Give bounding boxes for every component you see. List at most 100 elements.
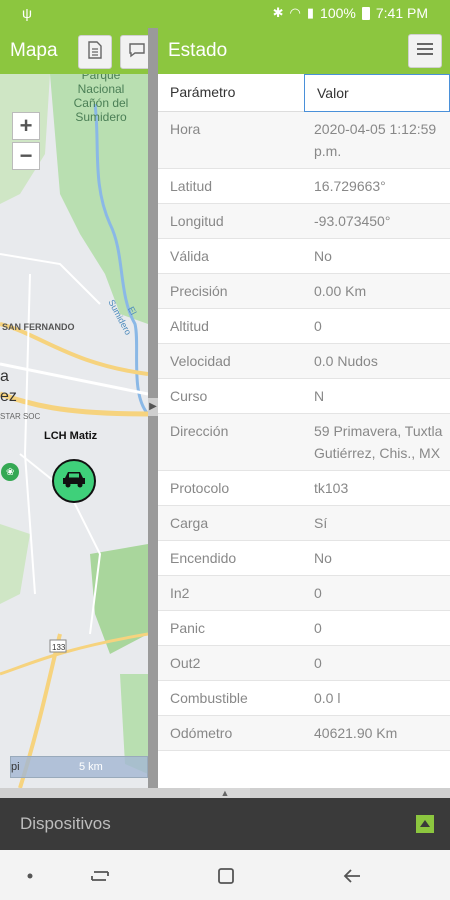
param-cell: Carga bbox=[170, 515, 209, 531]
value-cell: 0.00 Km bbox=[314, 283, 367, 299]
map-header: Mapa bbox=[0, 28, 148, 74]
park-label: Parque Nacional Cañón del Sumidero bbox=[73, 68, 129, 124]
zoom-in-button[interactable]: + bbox=[12, 112, 40, 140]
bluetooth-icon: ✱ bbox=[272, 5, 284, 20]
table-header: Parámetro Valor bbox=[158, 74, 450, 112]
wifi-icon: ◠ bbox=[289, 5, 301, 20]
table-row: Panic 0 bbox=[158, 611, 450, 646]
state-table: Parámetro Valor Hora 2020-04-05 1:12:59 p… bbox=[158, 74, 450, 751]
table-row: Latitud 16.729663° bbox=[158, 169, 450, 204]
star-soc-label: STAR SOC bbox=[0, 412, 41, 421]
menu-icon bbox=[416, 42, 434, 61]
map-title: Mapa bbox=[10, 40, 58, 61]
columns-menu-button[interactable] bbox=[408, 34, 442, 68]
devices-label: Dispositivos bbox=[20, 814, 111, 833]
map-scale: pi 5 km bbox=[10, 756, 148, 778]
value-cell: No bbox=[314, 550, 332, 566]
chat-icon bbox=[128, 42, 146, 63]
zoom-out-button[interactable]: − bbox=[12, 142, 40, 170]
table-row: Longitud -93.073450° bbox=[158, 204, 450, 239]
value-cell: 0 bbox=[314, 620, 322, 636]
san-fernando-label: SAN FERNANDO bbox=[2, 322, 75, 332]
table-row: Altitud 0 bbox=[158, 309, 450, 344]
table-row: In2 0 bbox=[158, 576, 450, 611]
document-icon bbox=[87, 40, 103, 64]
value-cell: 0 bbox=[314, 655, 322, 671]
vehicle-label: LCH Matiz bbox=[44, 430, 98, 442]
paw-icon: ❀ bbox=[6, 467, 15, 478]
param-cell: Longitud bbox=[170, 213, 224, 229]
value-cell: 0.0 Nudos bbox=[314, 353, 378, 369]
system-nav-bar bbox=[0, 850, 450, 900]
panel-splitter[interactable]: ▶ bbox=[148, 28, 158, 788]
recent-apps-icon[interactable] bbox=[88, 864, 112, 888]
table-body: Hora 2020-04-05 1:12:59 p.m. Latitud 16.729… bbox=[158, 112, 450, 751]
table-row: Precisión 0.00 Km bbox=[158, 274, 450, 309]
table-row: Dirección 59 Primavera, Tuxtla Gutiérrez,… bbox=[158, 414, 450, 471]
battery-icon bbox=[361, 6, 370, 20]
value-cell: tk103 bbox=[314, 480, 349, 496]
param-cell: Velocidad bbox=[170, 353, 231, 369]
value-cell: N bbox=[314, 388, 325, 404]
table-row: Hora 2020-04-05 1:12:59 p.m. bbox=[158, 112, 450, 169]
param-cell: Dirección bbox=[170, 423, 229, 439]
value-cell: 0.0 l bbox=[314, 690, 341, 706]
param-cell: Odómetro bbox=[170, 725, 233, 741]
expand-devices-button[interactable] bbox=[416, 815, 434, 833]
param-cell: Latitud bbox=[170, 178, 213, 194]
table-row: Carga Sí bbox=[158, 506, 450, 541]
value-cell: 40621.90 Km bbox=[314, 725, 398, 741]
param-cell: Precisión bbox=[170, 283, 228, 299]
param-cell: Encendido bbox=[170, 550, 237, 566]
table-row: Velocidad 0.0 Nudos bbox=[158, 344, 450, 379]
state-title: Estado bbox=[168, 40, 228, 61]
table-row: Out2 0 bbox=[158, 646, 450, 681]
state-panel: Estado Parámetro Valor Hora 2020-04-05 1:… bbox=[158, 28, 450, 788]
param-cell: Curso bbox=[170, 388, 208, 404]
param-cell: Out2 bbox=[170, 655, 201, 671]
value-cell: 16.729663° bbox=[314, 178, 386, 194]
value-cell: 0 bbox=[314, 585, 322, 601]
param-cell: Altitud bbox=[170, 318, 209, 334]
vehicle-marker[interactable] bbox=[52, 459, 96, 503]
expand-up-icon[interactable]: ▲ bbox=[200, 788, 250, 798]
chevron-up-icon bbox=[419, 815, 431, 833]
route-label: 133 bbox=[52, 643, 66, 652]
nav-dot-icon[interactable] bbox=[18, 864, 42, 888]
back-icon[interactable] bbox=[340, 864, 364, 888]
map-canvas[interactable]: + − Parque Nacional Cañón del Sumidero E… bbox=[0, 68, 148, 788]
value-cell: 2020-04-05 1:12:59 p.m. bbox=[314, 121, 437, 159]
car-icon bbox=[61, 469, 87, 494]
param-cell: Combustible bbox=[170, 690, 248, 706]
status-bar: ψ ✱ ◠ ▮ 100% 7:41 PM bbox=[0, 0, 450, 28]
value-cell: No bbox=[314, 248, 332, 264]
state-header: Estado bbox=[158, 28, 450, 74]
param-cell: In2 bbox=[170, 585, 190, 601]
param-cell: Hora bbox=[170, 121, 201, 137]
table-row: Curso N bbox=[158, 379, 450, 414]
devices-bar[interactable]: Dispositivos bbox=[0, 798, 450, 850]
param-cell: Protocolo bbox=[170, 480, 230, 496]
clock: 7:41 PM bbox=[375, 5, 428, 21]
city-label-a: a bbox=[0, 368, 9, 385]
map-panel: Mapa + − Parque Nacional Cañón del Sumid… bbox=[0, 28, 148, 788]
home-icon[interactable] bbox=[214, 864, 238, 888]
collapse-arrow-icon[interactable]: ▶ bbox=[148, 398, 158, 416]
events-button[interactable] bbox=[120, 35, 148, 69]
signal-icon: ▮ bbox=[306, 5, 315, 20]
city-label-ez: ez bbox=[0, 388, 17, 405]
scale-distance: 5 km bbox=[79, 761, 103, 773]
value-cell: -93.073450° bbox=[314, 213, 391, 229]
battery-percent: 100% bbox=[320, 5, 356, 21]
param-cell: Válida bbox=[170, 248, 209, 264]
column-header-param[interactable]: Parámetro bbox=[158, 74, 304, 112]
column-header-value[interactable]: Valor bbox=[304, 74, 450, 112]
table-row: Protocolo tk103 bbox=[158, 471, 450, 506]
usb-icon: ψ bbox=[22, 5, 32, 21]
value-cell: Sí bbox=[314, 515, 328, 531]
table-row: Encendido No bbox=[158, 541, 450, 576]
report-button[interactable] bbox=[78, 35, 112, 69]
table-row: Combustible 0.0 l bbox=[158, 681, 450, 716]
table-row: Odómetro 40621.90 Km bbox=[158, 716, 450, 751]
param-cell: Panic bbox=[170, 620, 206, 636]
